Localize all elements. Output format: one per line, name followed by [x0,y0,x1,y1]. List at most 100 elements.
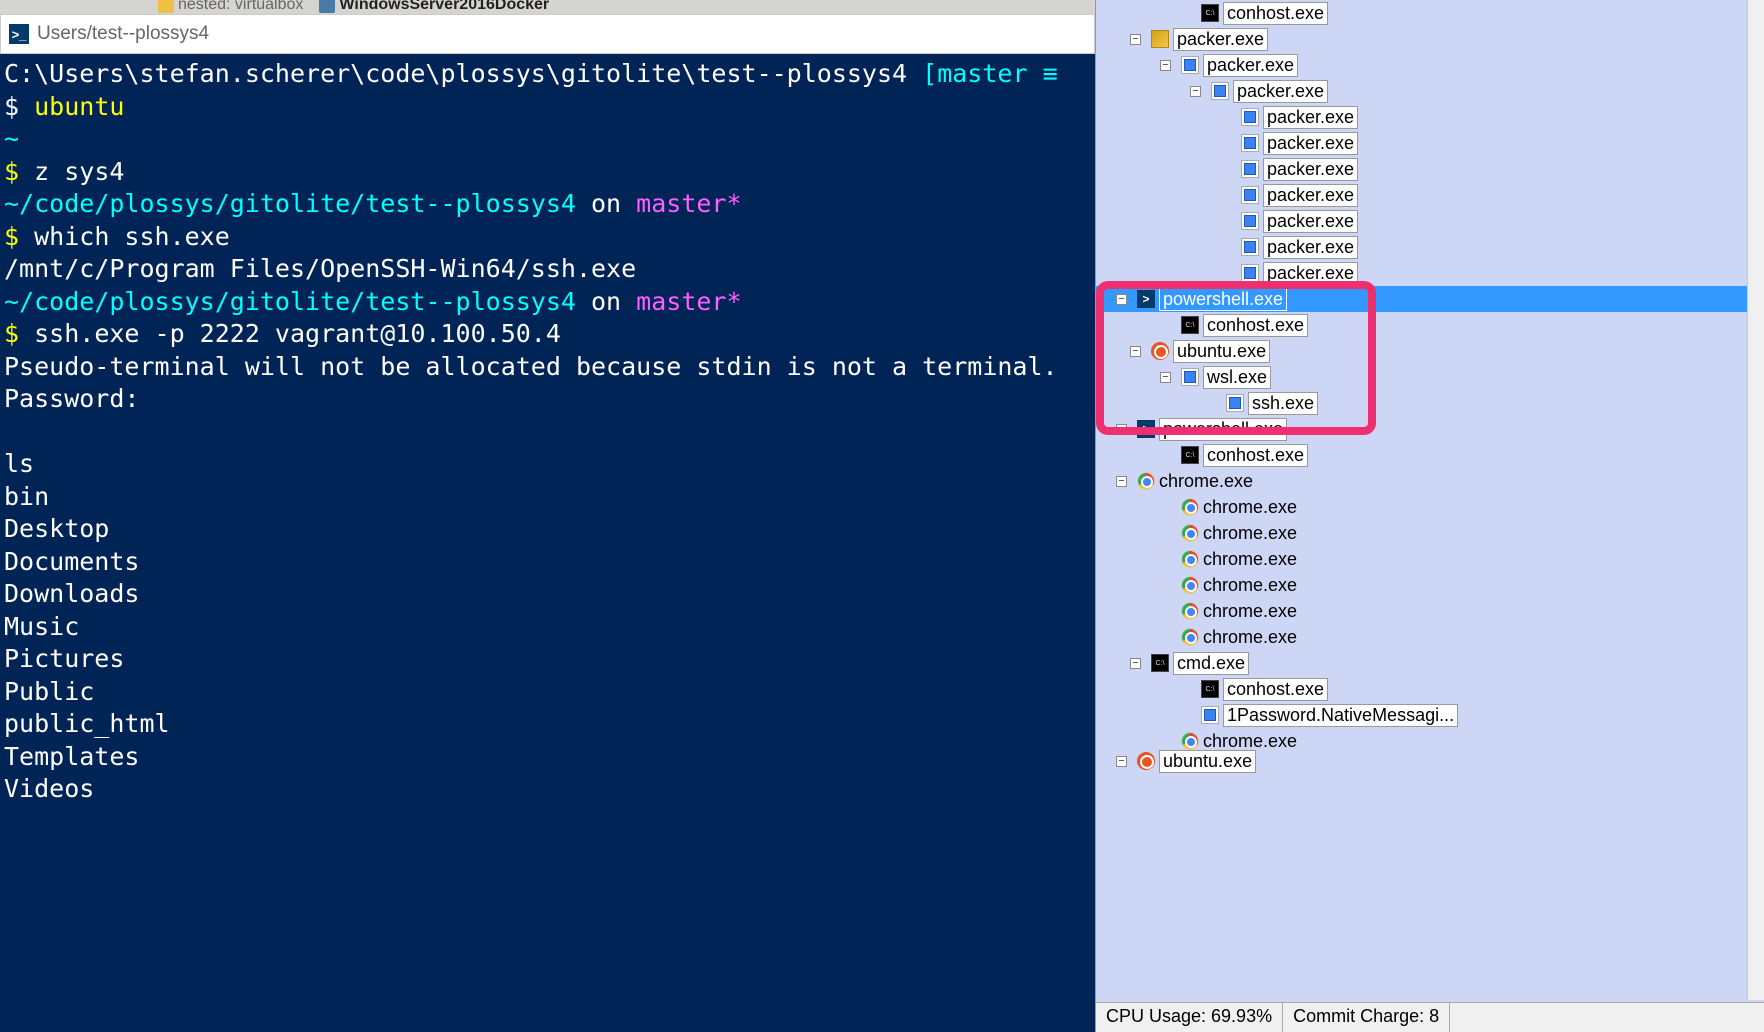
generic-icon [1241,160,1259,178]
terminal-output[interactable]: C:\Users\stefan.scherer\code\plossys\git… [0,54,1095,1032]
conhost-icon [1181,446,1199,464]
generic-icon [1181,368,1199,386]
process-label: conhost.exe [1223,678,1328,701]
tab-label: WindowsServer2016Docker [339,0,549,14]
process-label: packer.exe [1263,262,1358,285]
tabs-bar: nested: virtualbox WindowsServer2016Dock… [0,0,1095,14]
conhost-icon [1201,680,1219,698]
generic-icon [1241,134,1259,152]
expander-icon[interactable]: − [1190,86,1201,97]
tab-docker[interactable]: WindowsServer2016Docker [311,0,557,14]
expander-icon[interactable]: − [1160,60,1171,71]
folder-icon [158,0,174,13]
terminal-window: nested: virtualbox WindowsServer2016Dock… [0,0,1095,1032]
vertical-scrollbar[interactable] [1747,0,1764,1000]
process-label: ubuntu.exe [1173,340,1270,363]
process-label: chrome.exe [1203,575,1297,596]
process-label: cmd.exe [1173,652,1249,675]
generic-icon [1226,394,1244,412]
window-title: Users/test--plossys4 [37,23,209,45]
process-row-packer-exe[interactable]: −packer.exe [1096,78,1764,104]
process-row-chrome-exe[interactable]: chrome.exe [1096,546,1764,572]
generic-icon [1241,238,1259,256]
process-row-packer-exe[interactable]: packer.exe [1096,260,1764,286]
process-row-chrome-exe[interactable]: chrome.exe [1096,598,1764,624]
conhost-icon [1181,316,1199,334]
expander-icon[interactable]: − [1116,424,1127,435]
process-row-conhost-exe[interactable]: conhost.exe [1096,0,1764,26]
powershell-icon: >_ [9,24,29,44]
expander-icon[interactable]: − [1116,756,1127,767]
expander-icon[interactable]: − [1116,294,1127,305]
chrome-icon [1181,524,1199,542]
process-label: chrome.exe [1203,523,1297,544]
generic-icon [1241,186,1259,204]
process-label: packer.exe [1263,106,1358,129]
process-label: wsl.exe [1203,366,1271,389]
tab-nested[interactable]: nested: virtualbox [150,0,311,14]
virtualbox-icon [319,0,335,13]
process-row-chrome-exe[interactable]: chrome.exe [1096,494,1764,520]
generic-icon [1241,108,1259,126]
chrome-icon [1181,732,1199,750]
process-row-packer-exe[interactable]: packer.exe [1096,208,1764,234]
process-row-packer-exe[interactable]: packer.exe [1096,156,1764,182]
process-row-chrome-exe[interactable]: chrome.exe [1096,572,1764,598]
process-label: conhost.exe [1223,2,1328,25]
process-row-packer-exe[interactable]: packer.exe [1096,130,1764,156]
ubuntu-icon [1151,342,1169,360]
process-row-ubuntu-exe[interactable]: −ubuntu.exe [1096,754,1764,768]
generic-icon [1241,264,1259,282]
expander-icon[interactable]: − [1160,372,1171,383]
process-row-powershell-exe[interactable]: − powershell.exe [1096,416,1764,442]
process-label: conhost.exe [1203,444,1308,467]
process-row-ssh-exe[interactable]: ssh.exe [1096,390,1764,416]
process-row-ubuntu-exe[interactable]: − ubuntu.exe [1096,338,1764,364]
process-row-chrome-exe[interactable]: chrome.exe [1096,624,1764,650]
process-row-conhost-exe[interactable]: conhost.exe [1096,312,1764,338]
process-label: chrome.exe [1159,471,1253,492]
process-row-chrome-exe[interactable]: chrome.exe [1096,520,1764,546]
process-label: packer.exe [1173,28,1268,51]
chrome-icon [1137,472,1155,490]
expander-icon[interactable]: − [1130,346,1141,357]
process-label: 1Password.NativeMessagi... [1223,704,1458,727]
generic-icon [1241,212,1259,230]
process-label: packer.exe [1263,132,1358,155]
chrome-icon [1181,602,1199,620]
process-row-cmd-exe[interactable]: − cmd.exe [1096,650,1764,676]
powershell-icon [1137,420,1155,438]
chrome-icon [1181,628,1199,646]
process-label: powershell.exe [1159,418,1287,441]
process-row-1Password-NativeMessagi---[interactable]: 1Password.NativeMessagi... [1096,702,1764,728]
generic-icon [1181,56,1199,74]
process-row-conhost-exe[interactable]: conhost.exe [1096,442,1764,468]
process-row-packer-exe[interactable]: packer.exe [1096,104,1764,130]
process-label: packer.exe [1203,54,1298,77]
commit-charge: Commit Charge: 8 [1283,1003,1450,1032]
cmd-icon [1151,654,1169,672]
generic-icon [1211,82,1229,100]
process-row-chrome-exe[interactable]: − chrome.exe [1096,468,1764,494]
process-row-wsl-exe[interactable]: − wsl.exe [1096,364,1764,390]
process-label: chrome.exe [1203,601,1297,622]
process-row-packer-exe[interactable]: − packer.exe [1096,52,1764,78]
process-label: chrome.exe [1203,627,1297,648]
process-row-packer-exe[interactable]: packer.exe [1096,182,1764,208]
process-row-packer-exe[interactable]: − packer.exe [1096,26,1764,52]
window-title-bar[interactable]: >_ Users/test--plossys4 [0,14,1095,54]
process-row-packer-exe[interactable]: packer.exe [1096,234,1764,260]
process-tree[interactable]: conhost.exe−packer.exe−packer.exe−packer… [1096,0,1764,768]
packer-gold-icon [1151,30,1169,48]
process-row-powershell-exe[interactable]: −powershell.exe [1096,286,1764,312]
process-label: chrome.exe [1203,497,1297,518]
process-row-conhost-exe[interactable]: conhost.exe [1096,676,1764,702]
conhost-icon [1201,4,1219,22]
chrome-icon [1181,498,1199,516]
process-label: packer.exe [1263,184,1358,207]
expander-icon[interactable]: − [1130,34,1141,45]
chrome-icon [1181,576,1199,594]
expander-icon[interactable]: − [1130,658,1141,669]
expander-icon[interactable]: − [1116,476,1127,487]
process-label: packer.exe [1263,158,1358,181]
